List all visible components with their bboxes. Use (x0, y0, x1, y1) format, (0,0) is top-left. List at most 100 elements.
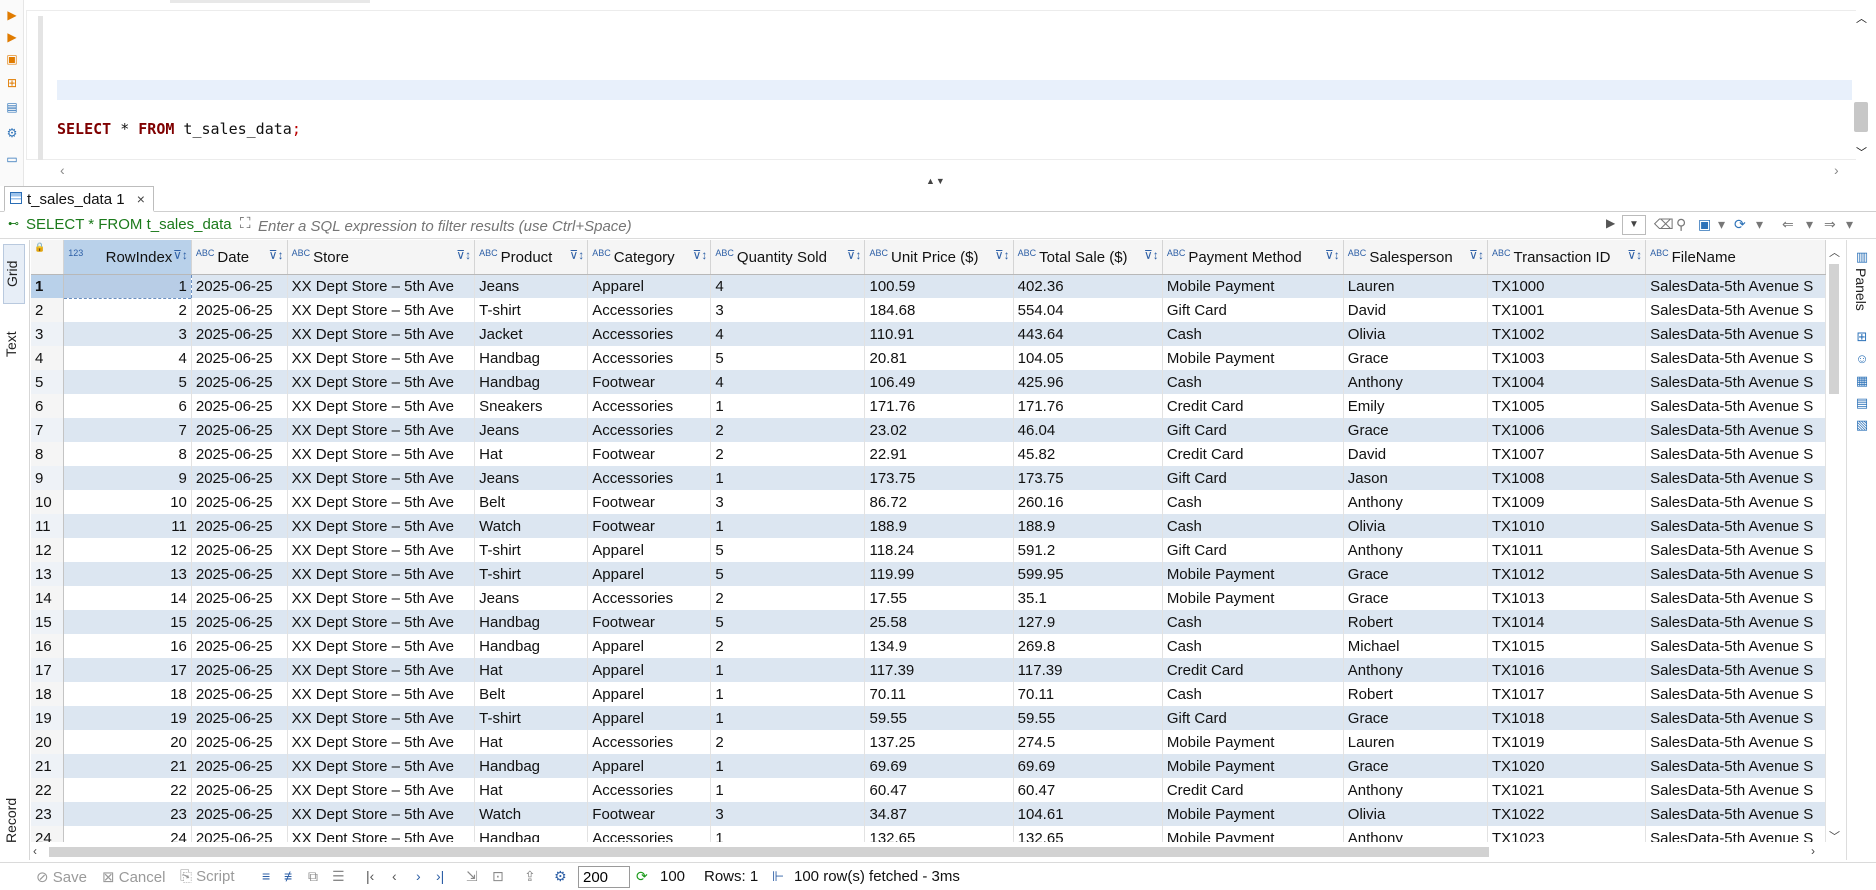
grid-scroll-thumb[interactable] (1829, 264, 1839, 394)
table-cell[interactable]: 20.81 (864, 346, 1014, 370)
table-cell[interactable]: Lauren (1343, 274, 1488, 298)
fetch-size-input[interactable] (578, 866, 630, 888)
table-cell[interactable]: David (1343, 298, 1488, 322)
table-cell[interactable]: Accessories (587, 298, 712, 322)
table-cell[interactable]: 104.05 (1013, 346, 1163, 370)
table-cell[interactable]: Footwear (587, 442, 712, 466)
table-cell[interactable]: Cash (1162, 322, 1344, 346)
save-button[interactable]: ⊘ Save (36, 868, 87, 886)
table-cell[interactable]: 59.55 (1013, 706, 1163, 730)
table-cell[interactable]: 18 (63, 682, 192, 706)
grid-hscroll-thumb[interactable] (49, 847, 1489, 857)
scroll-down-arrow-icon[interactable]: ﹀ (1829, 828, 1840, 844)
table-cell[interactable]: Anthony (1343, 826, 1488, 842)
table-cell[interactable]: Apparel (587, 706, 712, 730)
table-cell[interactable]: Anthony (1343, 370, 1488, 394)
references-icon[interactable]: ▧ (1855, 418, 1869, 432)
table-cell[interactable]: Accessories (587, 826, 712, 842)
table-cell[interactable]: 2 (63, 298, 192, 322)
table-cell[interactable]: Apparel (587, 658, 712, 682)
table-cell[interactable]: Cash (1162, 490, 1344, 514)
grouping-icon[interactable]: ▦ (1855, 374, 1869, 388)
table-cell[interactable]: T-shirt (474, 562, 589, 586)
column-filter-sort-icon[interactable]: ⊽↕ (847, 248, 862, 262)
table-cell[interactable]: 137.25 (864, 730, 1014, 754)
column-header-payment-method[interactable]: ABC Payment Method ⊽↕ (1162, 240, 1344, 275)
table-cell[interactable]: Footwear (587, 802, 712, 826)
scroll-left-arrow-icon[interactable]: ‹ (33, 844, 37, 858)
table-cell[interactable]: SalesData-5th Avenue S (1645, 682, 1826, 706)
table-row[interactable]: 11 11 2025-06-25 XX Dept Store – 5th Ave Wat… (31, 514, 1826, 538)
table-cell[interactable]: SalesData-5th Avenue S (1645, 706, 1826, 730)
table-cell[interactable]: 86.72 (864, 490, 1014, 514)
table-cell[interactable]: 8 (63, 442, 192, 466)
table-cell[interactable]: TX1006 (1487, 418, 1647, 442)
table-cell[interactable]: SalesData-5th Avenue S (1645, 394, 1826, 418)
tab-results[interactable]: t_sales_data 1 × (4, 186, 154, 212)
tab-grid[interactable]: Grid (3, 244, 25, 304)
table-row[interactable]: 22 22 2025-06-25 XX Dept Store – 5th Ave Hat… (31, 778, 1826, 802)
value-viewer-icon[interactable]: ⊞ (1855, 330, 1869, 344)
table-cell[interactable]: 2025-06-25 (191, 298, 288, 322)
table-cell[interactable]: 2 (710, 634, 866, 658)
table-cell[interactable]: 22 (63, 778, 192, 802)
table-cell[interactable]: 2025-06-25 (191, 586, 288, 610)
script-button[interactable]: ⎘ Script (180, 868, 235, 885)
column-header-salesperson[interactable]: ABC Salesperson ⊽↕ (1343, 240, 1488, 275)
table-cell[interactable]: 117.39 (864, 658, 1014, 682)
scroll-right-arrow-icon[interactable]: › (1834, 162, 1839, 178)
row-number[interactable]: 12 (31, 538, 65, 562)
row-number[interactable]: 15 (31, 610, 65, 634)
fetch-all-icon[interactable]: ⇲ (466, 868, 478, 885)
table-cell[interactable]: Mobile Payment (1162, 586, 1344, 610)
table-cell[interactable]: 2025-06-25 (191, 418, 288, 442)
table-row[interactable]: 15 15 2025-06-25 XX Dept Store – 5th Ave Han… (31, 610, 1826, 634)
table-cell[interactable]: 13 (63, 562, 192, 586)
table-cell[interactable]: SalesData-5th Avenue S (1645, 754, 1826, 778)
metadata-icon[interactable]: ☺ (1855, 352, 1869, 366)
table-cell[interactable]: Lauren (1343, 730, 1488, 754)
table-cell[interactable]: 5 (710, 346, 866, 370)
table-cell[interactable]: 69.69 (1013, 754, 1163, 778)
table-cell[interactable]: Grace (1343, 346, 1488, 370)
table-cell[interactable]: XX Dept Store – 5th Ave (287, 346, 476, 370)
table-cell[interactable]: 402.36 (1013, 274, 1163, 298)
fetch-next-icon[interactable]: ⊡ (492, 868, 504, 885)
table-row[interactable]: 4 4 2025-06-25 XX Dept Store – 5th Ave Handb… (31, 346, 1826, 370)
row-number[interactable]: 1 (31, 274, 65, 298)
table-cell[interactable]: 34.87 (864, 802, 1014, 826)
table-cell[interactable]: SalesData-5th Avenue S (1645, 658, 1826, 682)
table-cell[interactable]: XX Dept Store – 5th Ave (287, 634, 476, 658)
table-cell[interactable]: XX Dept Store – 5th Ave (287, 562, 476, 586)
grid-horizontal-scrollbar[interactable]: ‹ › (31, 844, 1826, 860)
table-cell[interactable]: 117.39 (1013, 658, 1163, 682)
table-cell[interactable]: Gift Card (1162, 466, 1344, 490)
table-cell[interactable]: Anthony (1343, 490, 1488, 514)
table-cell[interactable]: 171.76 (1013, 394, 1163, 418)
table-cell[interactable]: Hat (474, 778, 589, 802)
table-cell[interactable]: XX Dept Store – 5th Ave (287, 538, 476, 562)
table-row[interactable]: 17 17 2025-06-25 XX Dept Store – 5th Ave Hat… (31, 658, 1826, 682)
table-cell[interactable]: XX Dept Store – 5th Ave (287, 658, 476, 682)
table-cell[interactable]: Mobile Payment (1162, 562, 1344, 586)
settings-gear-icon[interactable]: ⚙ (5, 126, 19, 140)
table-cell[interactable]: 60.47 (1013, 778, 1163, 802)
table-cell[interactable]: 2025-06-25 (191, 274, 288, 298)
table-cell[interactable]: 4 (63, 346, 192, 370)
column-header-rowindex[interactable]: 123 RowIndex ⊽↕ (63, 240, 192, 275)
table-cell[interactable]: 12 (63, 538, 192, 562)
table-cell[interactable]: 2025-06-25 (191, 682, 288, 706)
table-cell[interactable]: TX1004 (1487, 370, 1647, 394)
column-filter-sort-icon[interactable]: ⊽↕ (1469, 248, 1484, 262)
table-cell[interactable]: SalesData-5th Avenue S (1645, 562, 1826, 586)
table-cell[interactable]: TX1023 (1487, 826, 1647, 842)
table-cell[interactable]: 1 (710, 514, 866, 538)
table-cell[interactable]: XX Dept Store – 5th Ave (287, 706, 476, 730)
row-number[interactable]: 18 (31, 682, 65, 706)
row-number[interactable]: 9 (31, 466, 65, 490)
column-filter-sort-icon[interactable]: ⊽↕ (269, 248, 284, 262)
table-cell[interactable]: Credit Card (1162, 442, 1344, 466)
execute-statement-icon[interactable]: ▶ (5, 8, 19, 22)
table-row[interactable]: 21 21 2025-06-25 XX Dept Store – 5th Ave Han… (31, 754, 1826, 778)
table-cell[interactable]: Handbag (474, 346, 589, 370)
